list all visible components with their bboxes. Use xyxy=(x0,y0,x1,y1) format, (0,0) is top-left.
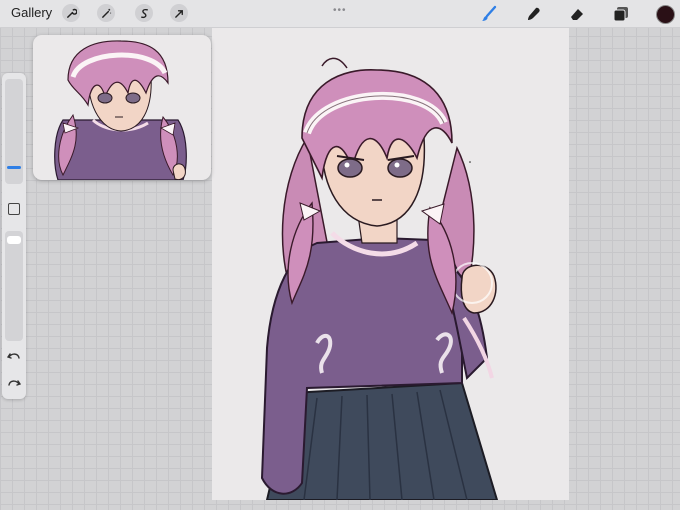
top-toolbar: Gallery ••• xyxy=(0,0,680,28)
modify-button[interactable] xyxy=(8,203,20,215)
anime-girl-illustration xyxy=(260,57,499,500)
gallery-button[interactable]: Gallery xyxy=(11,5,52,20)
current-color-swatch[interactable] xyxy=(656,5,675,24)
undo-icon[interactable] xyxy=(6,349,21,363)
transform-arrow-icon[interactable] xyxy=(170,4,188,22)
brush-size-thumb[interactable] xyxy=(7,166,21,170)
drawing-canvas[interactable] xyxy=(212,28,569,500)
layers-icon[interactable] xyxy=(611,4,631,24)
reference-window[interactable] xyxy=(33,35,211,180)
wrench-icon[interactable] xyxy=(62,4,80,22)
toolbar-grabber[interactable]: ••• xyxy=(333,5,347,16)
redo-icon[interactable] xyxy=(7,376,22,390)
eraser-icon[interactable] xyxy=(567,4,587,24)
brush-size-slider[interactable] xyxy=(5,79,23,184)
smudge-icon[interactable] xyxy=(524,4,544,24)
left-sidebar xyxy=(2,73,26,399)
magic-wand-icon[interactable] xyxy=(97,4,115,22)
brush-icon[interactable] xyxy=(479,4,499,24)
selection-icon[interactable] xyxy=(135,4,153,22)
reference-image xyxy=(54,40,187,180)
opacity-slider[interactable] xyxy=(5,231,23,341)
opacity-thumb[interactable] xyxy=(7,236,21,245)
